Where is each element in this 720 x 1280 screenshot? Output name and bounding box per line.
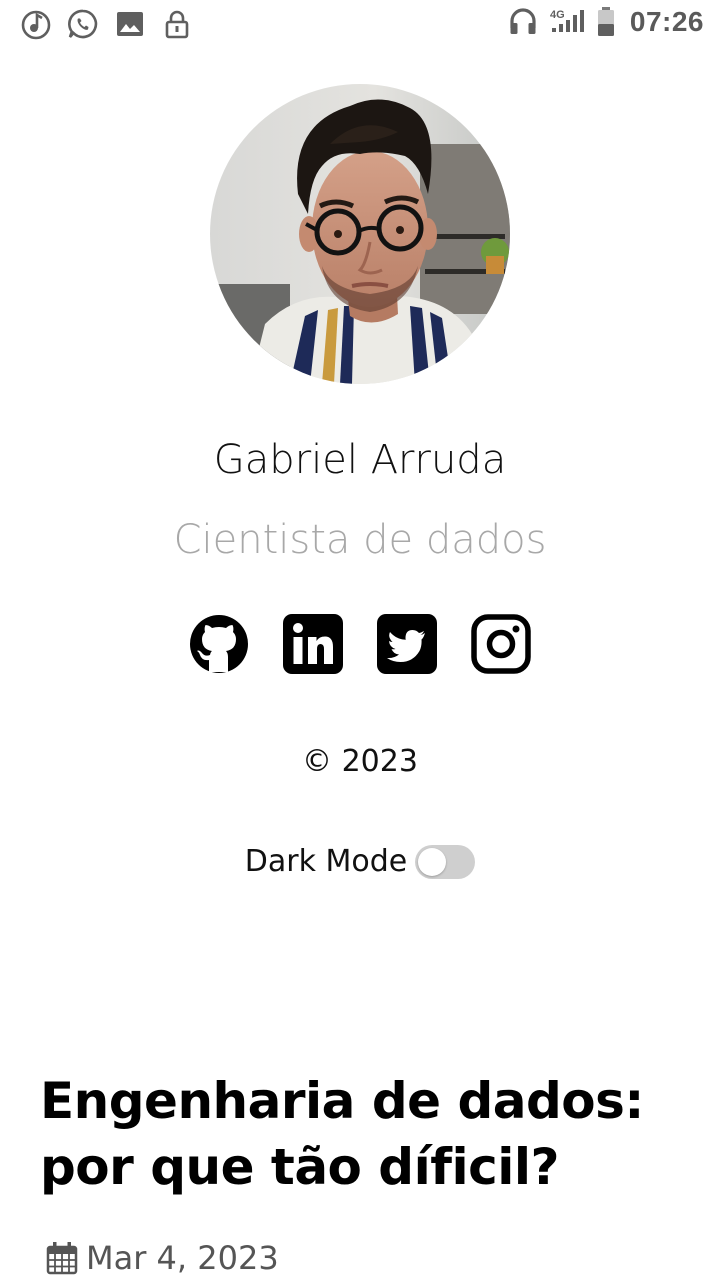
copyright-text: © 2023 [302, 744, 418, 779]
toggle-knob [418, 848, 447, 876]
lock-icon [165, 10, 189, 39]
network-type-label: 4G [550, 9, 565, 21]
post-date: Mar 4, 2023 [46, 1238, 279, 1278]
twitter-link[interactable] [377, 614, 437, 674]
music-note-icon [21, 10, 51, 40]
profile-avatar [210, 84, 510, 384]
github-icon [190, 615, 248, 673]
profile-photo [210, 84, 510, 384]
dark-mode-label: Dark Mode [244, 844, 408, 879]
status-bar: 4G 07:26 [0, 0, 720, 50]
whatsapp-icon [68, 9, 98, 39]
profile-name: Gabriel Arruda [213, 437, 507, 483]
profile-role: Cientista de dados [173, 517, 547, 563]
status-bar-system: 4G 07:26 [496, 6, 704, 38]
social-links [0, 614, 720, 674]
status-bar-notifications [20, 8, 208, 40]
post-date-text: Mar 4, 2023 [86, 1239, 279, 1277]
screen: 4G 07:26 Gabriel Arruda Cientista de dad… [0, 0, 720, 1280]
calendar-icon [46, 1242, 78, 1275]
instagram-link[interactable] [471, 614, 531, 674]
linkedin-link[interactable] [283, 614, 343, 674]
github-link[interactable] [189, 614, 249, 674]
status-bar-clock: 07:26 [629, 6, 704, 37]
linkedin-icon [283, 614, 343, 674]
signal-icon: 4G [550, 9, 584, 32]
post-title[interactable]: Engenharia de dados: por que tão díficil… [40, 1068, 690, 1200]
instagram-icon [471, 614, 531, 674]
dark-mode-setting: Dark Mode [0, 842, 720, 882]
twitter-icon [377, 614, 437, 674]
image-icon [117, 12, 143, 36]
battery-icon [597, 7, 614, 36]
headphones-icon [510, 8, 536, 34]
dark-mode-toggle[interactable] [415, 845, 476, 879]
